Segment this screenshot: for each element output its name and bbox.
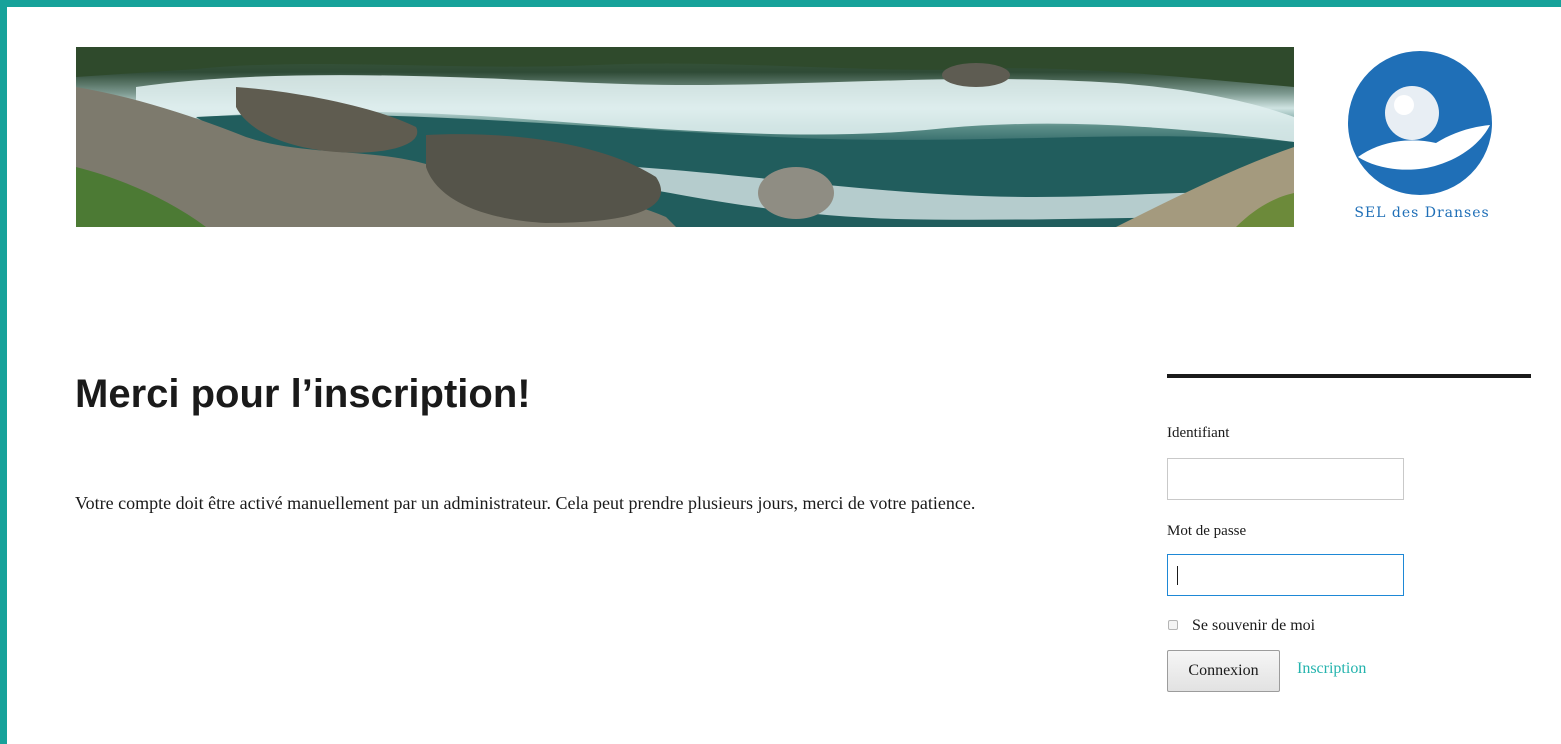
widget-divider bbox=[1167, 374, 1531, 378]
remember-me-label[interactable]: Se souvenir de moi bbox=[1192, 617, 1315, 635]
password-input[interactable] bbox=[1167, 554, 1404, 596]
remember-me-checkbox[interactable] bbox=[1168, 620, 1178, 630]
header-banner-image bbox=[76, 47, 1294, 227]
username-input[interactable] bbox=[1167, 458, 1404, 500]
username-label: Identifiant bbox=[1167, 425, 1230, 441]
logo-wordmark: SEL des Dranses bbox=[1354, 205, 1490, 221]
register-link[interactable]: Inscription bbox=[1297, 660, 1366, 678]
registration-message: Votre compte doit être activé manuelleme… bbox=[75, 493, 976, 513]
login-button[interactable]: Connexion bbox=[1167, 650, 1280, 692]
text-caret bbox=[1177, 566, 1178, 585]
password-label: Mot de passe bbox=[1167, 523, 1247, 539]
page-title: Merci pour l’inscription! bbox=[75, 372, 531, 416]
